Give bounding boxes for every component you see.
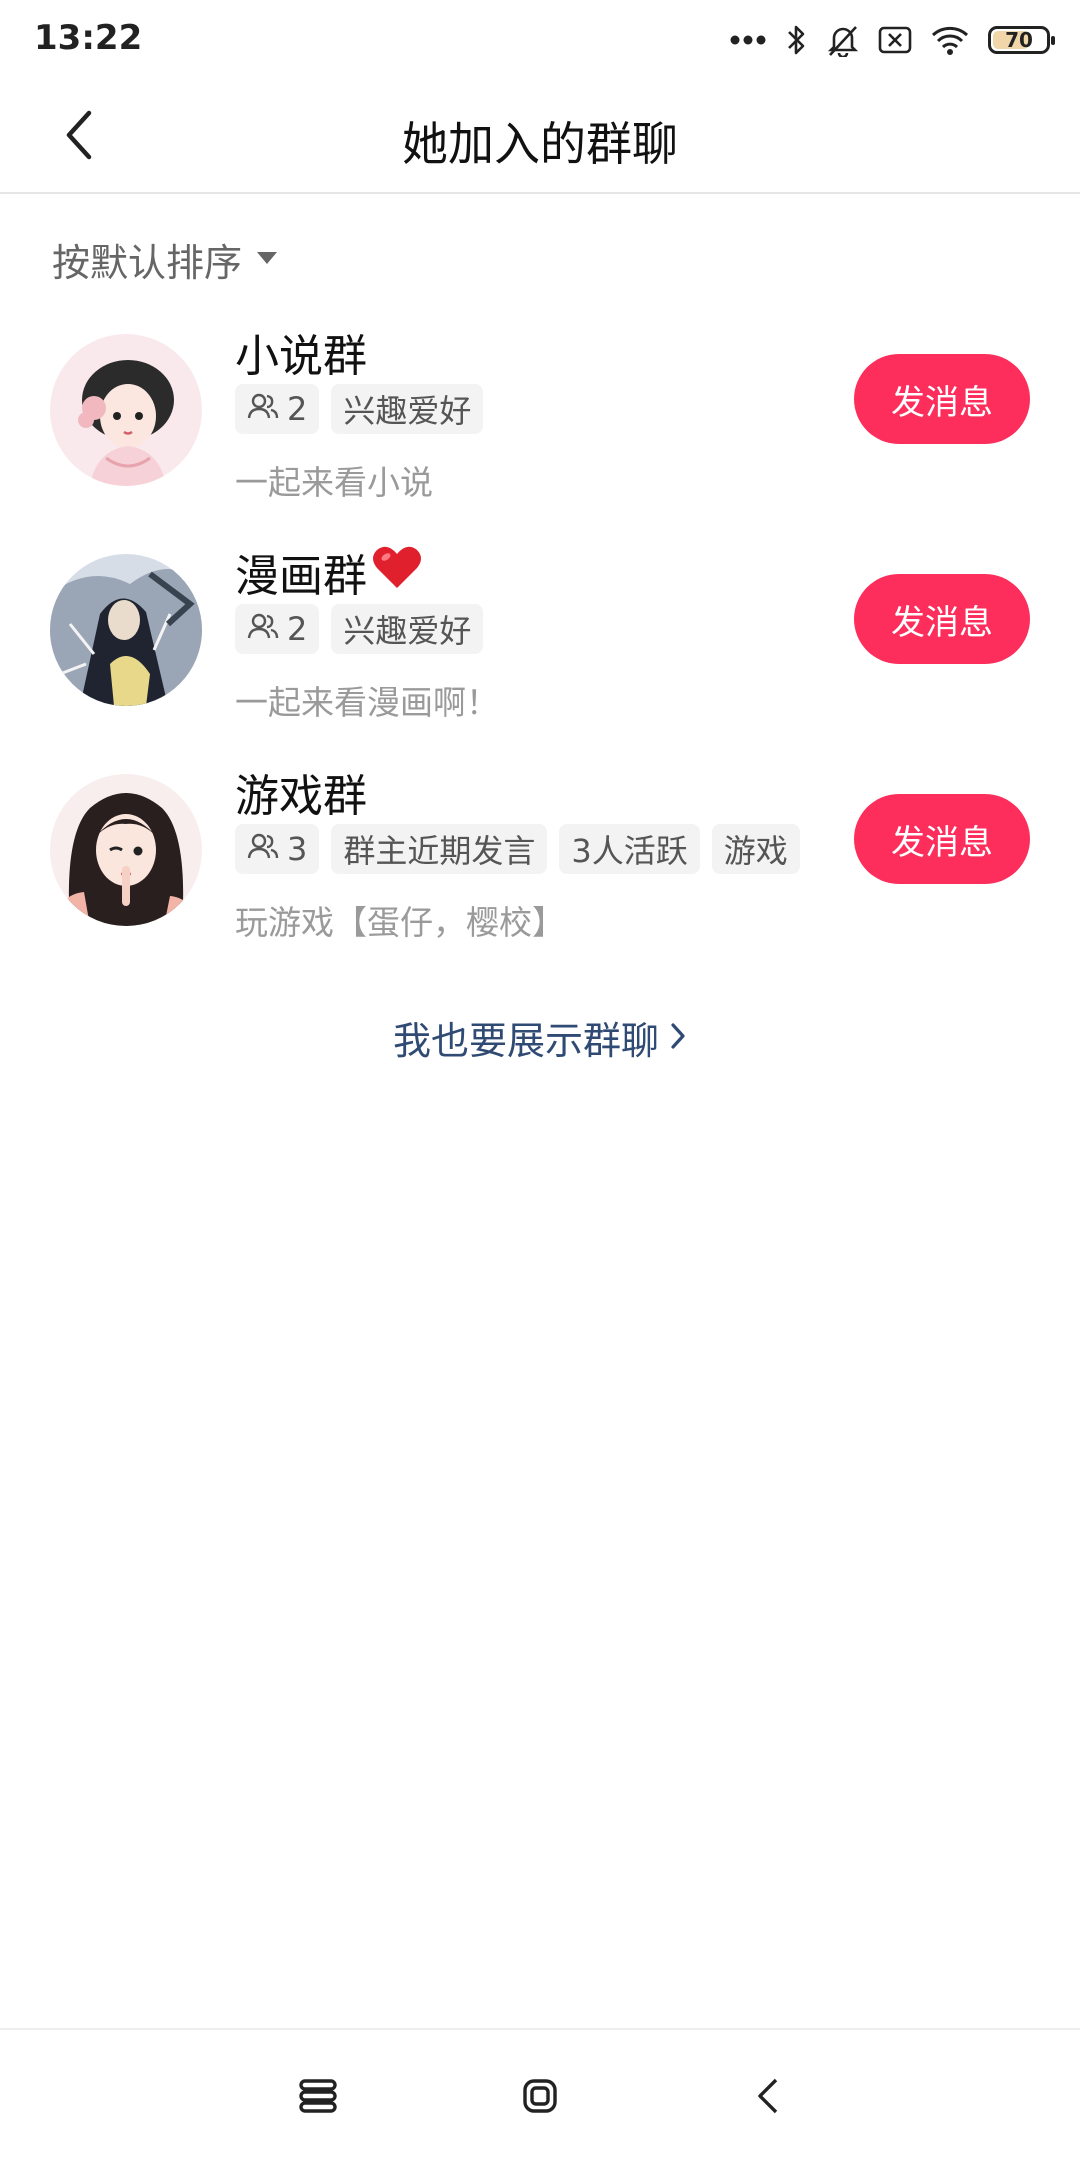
group-tags: 2 兴趣爱好 [235,384,484,434]
caret-down-icon [256,250,278,269]
group-avatar [50,774,202,926]
group-tag: 兴趣爱好 [331,604,484,654]
sim-off-icon [878,25,912,55]
more-dots-icon [730,34,766,46]
group-name-text: 小说群 [235,331,367,382]
group-description: 一起来看小说 [235,463,433,502]
group-tag: 群主近期发言 [331,824,548,874]
wifi-icon [930,24,970,56]
nav-menu-button[interactable] [286,2066,350,2130]
members-icon [247,830,279,868]
member-count-tag: 3 [235,824,320,874]
group-avatar [50,554,202,706]
status-time: 13:22 [34,18,143,58]
group-name: 游戏群 [235,760,367,824]
member-count: 2 [287,390,308,428]
nav-home-button[interactable] [508,2066,572,2130]
members-icon [247,390,279,428]
group-name-text: 游戏群 [235,771,367,822]
group-item[interactable]: 游戏群 3 群主近期发言 3人活跃 游戏 玩游戏【蛋仔，樱校】 发消息 [0,746,1080,946]
header: 她加入的群聊 [0,78,1080,194]
system-nav-bar [0,2028,1080,2160]
group-tag: 3人活跃 [559,824,700,874]
member-count: 3 [287,830,308,868]
group-tags: 3 群主近期发言 3人活跃 游戏 [235,824,800,874]
group-tags: 2 兴趣爱好 [235,604,484,654]
nav-back-button[interactable] [736,2066,800,2130]
group-item[interactable]: 漫画群 2 兴趣爱好 一起来看漫画啊！ 发消息 [0,526,1080,726]
member-count: 2 [287,610,308,648]
group-name: 小说群 [235,320,367,384]
group-tag: 游戏 [711,824,800,874]
chevron-right-icon [669,1021,687,1055]
send-message-button[interactable]: 发消息 [854,574,1030,664]
heart-emoji-icon [371,544,423,601]
status-bar: 13:22 70 [0,0,1080,78]
group-name-text: 漫画群 [235,551,367,602]
menu-icon [298,2078,338,2118]
group-tag: 兴趣爱好 [331,384,484,434]
battery-text: 70 [1005,28,1033,52]
member-count-tag: 2 [235,604,320,654]
show-my-groups-link[interactable]: 我也要展示群聊 [0,1010,1080,1065]
group-item[interactable]: 小说群 2 兴趣爱好 一起来看小说 发消息 [0,306,1080,506]
home-icon [522,2078,558,2118]
group-avatar [50,334,202,486]
group-description: 玩游戏【蛋仔，樱校】 [235,903,565,942]
mute-bell-icon [826,23,860,57]
send-message-button[interactable]: 发消息 [854,354,1030,444]
battery-icon: 70 [988,26,1055,54]
screen: 13:22 70 她加入的群聊 按默认排序 小说群 2 兴趣爱好 一起来看小说 … [0,0,1080,2160]
members-icon [247,610,279,648]
sort-dropdown[interactable]: 按默认排序 [52,232,278,287]
back-icon [754,2076,782,2120]
member-count-tag: 2 [235,384,320,434]
status-icons: 70 [730,20,1055,60]
group-name: 漫画群 [235,540,423,604]
show-groups-text: 我也要展示群聊 [392,1019,659,1063]
sort-label: 按默认排序 [52,241,243,285]
bluetooth-icon [784,23,808,57]
group-description: 一起来看漫画啊！ [235,683,499,722]
send-message-button[interactable]: 发消息 [854,794,1030,884]
page-title: 她加入的群聊 [402,117,678,171]
